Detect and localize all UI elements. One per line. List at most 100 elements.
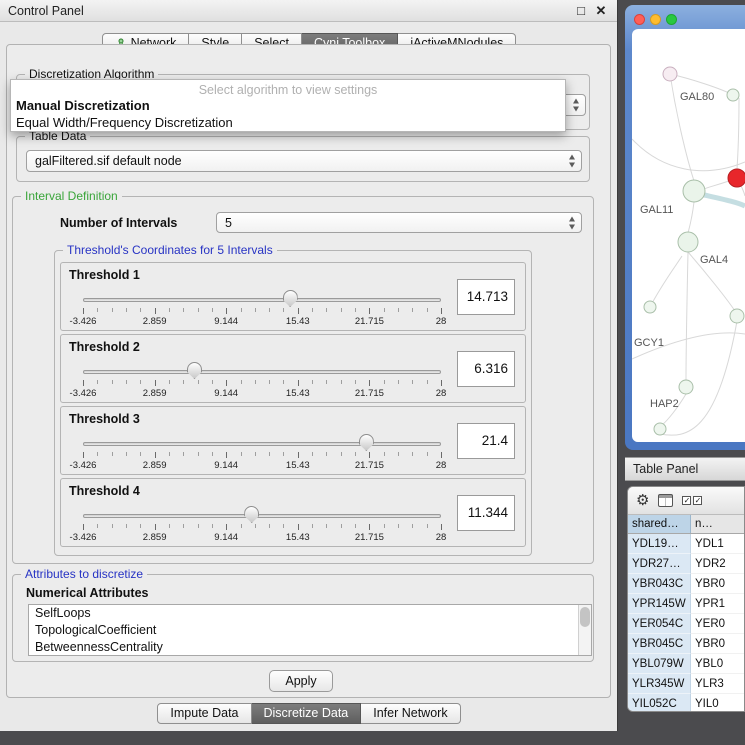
tab-infer-network[interactable]: Infer Network <box>361 703 460 724</box>
network-node[interactable] <box>654 423 666 435</box>
table-row[interactable]: YDL19…YDL1 <box>628 534 744 554</box>
threshold-value-field[interactable]: 21.4 <box>457 423 515 459</box>
dropdown-option-manual-discretization[interactable]: Manual Discretization <box>11 97 565 114</box>
tick-mark <box>169 308 170 312</box>
numerical-attributes-list[interactable]: SelfLoopsTopologicalCoefficientBetweenne… <box>28 604 592 656</box>
table-data-combobox[interactable]: galFiltered.sif default node <box>26 150 582 172</box>
table-row[interactable]: YLR345WYLR3 <box>628 674 744 694</box>
tick-mark <box>298 452 299 458</box>
table-row[interactable]: YDR27…YDR2 <box>628 554 744 574</box>
tab-impute-data[interactable]: Impute Data <box>157 703 251 724</box>
tick-mark <box>412 308 413 312</box>
slider-tick-labels: -3.4262.8599.14415.4321.71528 <box>83 316 441 327</box>
network-node[interactable] <box>727 89 739 101</box>
table-cell[interactable]: YER0 <box>691 614 744 634</box>
slider-tick-labels: -3.4262.8599.14415.4321.71528 <box>83 532 441 543</box>
scrollbar-thumb[interactable] <box>580 607 590 627</box>
table-cell[interactable]: YPR145W <box>628 594 691 614</box>
slider-track[interactable] <box>83 442 441 446</box>
table-cell[interactable]: YBL079W <box>628 654 691 674</box>
tick-mark <box>384 524 385 528</box>
table-row[interactable]: YIL052CYIL0 <box>628 694 744 712</box>
apply-button[interactable]: Apply <box>269 670 333 692</box>
network-node[interactable] <box>730 309 744 323</box>
tick-label: 28 <box>436 388 447 399</box>
checkbox-icon[interactable]: ✓ <box>682 496 691 505</box>
tick-mark <box>341 308 342 312</box>
tick-mark <box>269 308 270 312</box>
threshold-value-field[interactable]: 11.344 <box>457 495 515 531</box>
checkbox-icon[interactable]: ✓ <box>693 496 702 505</box>
table-row[interactable]: YER054CYER0 <box>628 614 744 634</box>
table-cell[interactable]: YDR27… <box>628 554 691 574</box>
table-columns-icon[interactable] <box>658 494 673 507</box>
table-cell[interactable]: YIL052C <box>628 694 691 712</box>
table-row[interactable]: YBR045CYBR0 <box>628 634 744 654</box>
attribute-item[interactable]: TopologicalCoefficient <box>29 622 591 639</box>
network-canvas[interactable]: GAL80 GAL11 GAL4 GCY1 HAP2 <box>632 29 745 442</box>
column-header-name[interactable]: n… <box>691 515 744 533</box>
network-node[interactable] <box>679 380 693 394</box>
attribute-item[interactable]: BetweennessCentrality <box>29 639 591 656</box>
network-node[interactable] <box>644 301 656 313</box>
float-window-icon[interactable]: □ <box>573 2 589 20</box>
select-columns-icon[interactable]: ✓ ✓ <box>682 496 702 505</box>
bottom-tabbar: Impute Data Discretize Data Infer Networ… <box>0 703 618 724</box>
attribute-item[interactable]: SelfLoops <box>29 605 591 622</box>
table-cell[interactable]: YDL1 <box>691 534 744 554</box>
threshold-value-field[interactable]: 6.316 <box>457 351 515 387</box>
threshold-value-field[interactable]: 14.713 <box>457 279 515 315</box>
slider-track[interactable] <box>83 514 441 518</box>
tick-mark <box>355 524 356 528</box>
table-row[interactable]: YBL079WYBL0 <box>628 654 744 674</box>
mac-close-icon[interactable] <box>634 14 645 25</box>
network-node[interactable] <box>683 180 705 202</box>
table-cell[interactable]: YIL0 <box>691 694 744 712</box>
slider-track[interactable] <box>83 298 441 302</box>
table-cell[interactable]: YBR043C <box>628 574 691 594</box>
tick-mark <box>427 524 428 528</box>
threshold-label: Threshold 2 <box>69 340 140 354</box>
table-cell[interactable]: YBR0 <box>691 574 744 594</box>
node-label: GAL11 <box>640 204 673 216</box>
table-cell[interactable]: YLR3 <box>691 674 744 694</box>
tick-mark <box>298 524 299 530</box>
table-cell[interactable]: YDR2 <box>691 554 744 574</box>
mac-zoom-icon[interactable] <box>666 14 677 25</box>
tick-mark <box>169 524 170 528</box>
table-cell[interactable]: YER054C <box>628 614 691 634</box>
tick-label: 21.715 <box>355 316 384 327</box>
slider-thumb[interactable] <box>187 362 202 379</box>
mac-minimize-icon[interactable] <box>650 14 661 25</box>
window-title: Control Panel <box>8 0 84 22</box>
list-scrollbar[interactable] <box>578 605 591 655</box>
slider-track[interactable] <box>83 370 441 374</box>
number-of-intervals-value: 5 <box>225 216 232 230</box>
tab-discretize-data[interactable]: Discretize Data <box>252 703 362 724</box>
network-node[interactable] <box>678 232 698 252</box>
table-row[interactable]: YBR043CYBR0 <box>628 574 744 594</box>
slider-thumb[interactable] <box>359 434 374 451</box>
table-cell[interactable]: YBR045C <box>628 634 691 654</box>
number-of-intervals-combobox[interactable]: 5 <box>216 212 582 233</box>
table-cell[interactable]: YDL19… <box>628 534 691 554</box>
network-node-selected[interactable] <box>728 169 745 187</box>
table-row[interactable]: YPR145WYPR1 <box>628 594 744 614</box>
close-icon[interactable]: ✕ <box>593 2 609 20</box>
table-cell[interactable]: YBL0 <box>691 654 744 674</box>
gear-icon[interactable]: ⚙ <box>636 493 649 508</box>
table-cell[interactable]: YBR0 <box>691 634 744 654</box>
network-node[interactable] <box>663 67 677 81</box>
table-cell[interactable]: YLR345W <box>628 674 691 694</box>
slider-thumb[interactable] <box>244 506 259 523</box>
threshold-1-panel: Threshold 1 -3.4262.8599.14415.4321.7152… <box>60 262 526 331</box>
table-cell[interactable]: YPR1 <box>691 594 744 614</box>
tick-label: 2.859 <box>143 316 167 327</box>
dropdown-option-equal-width-frequency[interactable]: Equal Width/Frequency Discretization <box>11 114 565 131</box>
tick-mark <box>355 308 356 312</box>
slider-thumb[interactable] <box>283 290 298 307</box>
tick-mark <box>283 380 284 384</box>
tick-mark <box>169 380 170 384</box>
tick-label: -3.426 <box>70 460 97 471</box>
column-header-shared-name[interactable]: shared… <box>628 515 691 533</box>
